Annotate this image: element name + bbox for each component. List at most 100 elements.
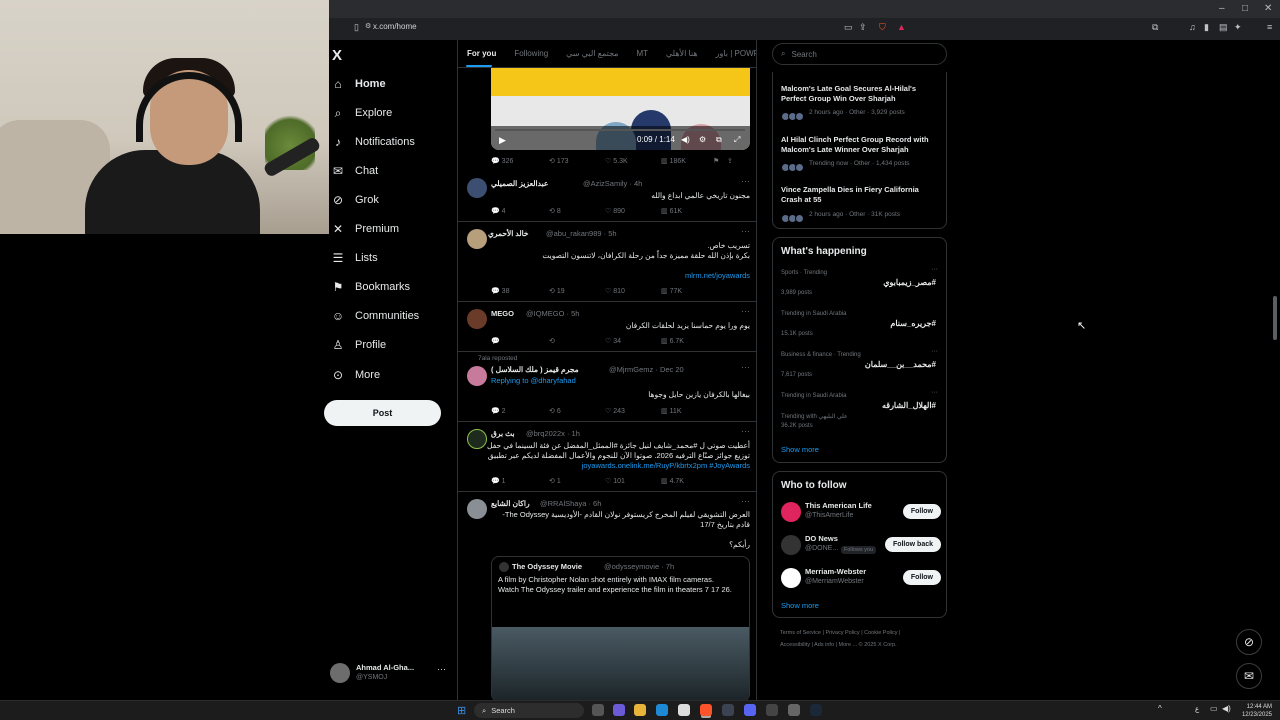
- maximize-icon[interactable]: □: [1242, 3, 1248, 14]
- view-count[interactable]: ▥ 4.7K: [661, 477, 701, 489]
- settings-icon[interactable]: ⚙: [699, 135, 706, 144]
- copilot-icon[interactable]: [613, 704, 625, 716]
- terminal-icon[interactable]: [722, 704, 734, 716]
- file-explorer-icon[interactable]: [634, 704, 646, 716]
- nav-chat[interactable]: ✉ Chat: [331, 160, 378, 182]
- like-count[interactable]: ♡ 34: [605, 337, 645, 349]
- like-count[interactable]: ♡ 810: [605, 287, 645, 299]
- tab-following[interactable]: Following: [505, 49, 557, 58]
- tweet-link[interactable]: mlrm.net/joyawards: [685, 271, 750, 280]
- store-icon[interactable]: [678, 704, 690, 716]
- repost-count[interactable]: ⟲: [549, 337, 589, 349]
- nav-home[interactable]: ⌂ Home: [331, 73, 385, 95]
- repost-count[interactable]: ⟲ 1: [549, 477, 589, 489]
- leo-icon[interactable]: ✦: [1234, 22, 1242, 33]
- quote-author[interactable]: The Odyssey Movie: [512, 562, 582, 571]
- clock[interactable]: 12:44 AM 12/23/2025: [1242, 703, 1272, 719]
- view-count[interactable]: ▥ 186K: [661, 157, 701, 169]
- repost-count[interactable]: ⟲ 173: [549, 157, 589, 169]
- task-view-icon[interactable]: [592, 704, 604, 716]
- play-icon[interactable]: ▶: [499, 135, 506, 146]
- more-dots-icon[interactable]: ···: [741, 226, 750, 236]
- tweet-link[interactable]: joyawards.onelink.me/RuyP/kbrtx2pm #JoyA…: [582, 461, 750, 470]
- nav-explore[interactable]: ⌕ Explore: [331, 102, 393, 124]
- show-more-link[interactable]: Show more: [781, 601, 819, 610]
- news-headline[interactable]: Vince Zampella Dies in Fiery California …: [781, 185, 941, 205]
- view-count[interactable]: ▥ 77K: [661, 287, 701, 299]
- tweet-author[interactable]: عبدالعزيز الصميلي: [491, 179, 548, 188]
- brave-icon[interactable]: [700, 704, 712, 716]
- tweet-author[interactable]: راكان الشايع: [491, 499, 530, 508]
- tweet-handle[interactable]: @AzizSamily · 4h: [583, 179, 642, 188]
- news-headline[interactable]: Al Hilal Clinch Perfect Group Record wit…: [781, 135, 941, 155]
- tweet-handle[interactable]: @abu_rakan989 · 5h: [546, 229, 617, 238]
- reply-count[interactable]: 💬 38: [491, 287, 531, 299]
- more-dots-icon[interactable]: ···: [741, 496, 750, 506]
- follow-suggestion[interactable]: This American Life @ThisAmerLife Follow: [781, 500, 941, 524]
- taskbar-search[interactable]: ⌕ Search: [474, 703, 584, 718]
- share-icon[interactable]: ⇪: [727, 157, 737, 169]
- tray-chevron-icon[interactable]: ^: [1158, 704, 1162, 713]
- menu-icon[interactable]: ≡: [1267, 22, 1272, 32]
- more-dots-icon[interactable]: ···: [741, 426, 750, 436]
- minimize-icon[interactable]: –: [1219, 3, 1225, 14]
- video-progress-bar[interactable]: [495, 129, 745, 131]
- steam-icon[interactable]: [810, 704, 822, 716]
- follow-button[interactable]: Follow: [902, 504, 941, 519]
- reply-count[interactable]: 💬 2: [491, 407, 531, 419]
- tab-for-you[interactable]: For you: [458, 49, 505, 58]
- news-headline[interactable]: Malcom's Late Goal Secures Al-Hilal's Pe…: [781, 84, 941, 104]
- sidebar-icon[interactable]: ▮: [1204, 22, 1209, 33]
- tab-ahli[interactable]: هنا الأهلي: [657, 49, 707, 58]
- footer-links[interactable]: Accessibility | Ads info | More ... © 20…: [780, 642, 897, 648]
- more-dots-icon[interactable]: ···: [741, 306, 750, 316]
- view-count[interactable]: ▥ 61K: [661, 207, 701, 219]
- tab-pc-community[interactable]: مجتمع البي سي: [557, 49, 627, 58]
- tweet-handle[interactable]: @brq2022x · 1h: [526, 429, 580, 438]
- nav-bookmarks[interactable]: ⚑ Bookmarks: [331, 276, 410, 298]
- more-dots-icon[interactable]: ···: [741, 176, 750, 186]
- quote-media[interactable]: [492, 627, 749, 700]
- bookmark-page-icon[interactable]: ▯: [354, 22, 359, 33]
- volume-icon[interactable]: ◀): [1222, 704, 1231, 713]
- discord-icon[interactable]: [744, 704, 756, 716]
- tweet[interactable]: بث برق @brq2022x · 1h ··· أعطيت صوتي ل #…: [458, 422, 756, 492]
- wallet-icon[interactable]: ▤: [1219, 22, 1228, 33]
- like-count[interactable]: ♡ 890: [605, 207, 645, 219]
- app-icon[interactable]: [766, 704, 778, 716]
- like-count[interactable]: ♡ 243: [605, 407, 645, 419]
- post-button[interactable]: Post: [324, 400, 441, 426]
- tab-mt[interactable]: MT: [627, 49, 657, 58]
- x-logo[interactable]: X: [332, 47, 342, 64]
- reply-count[interactable]: 💬 4: [491, 207, 531, 219]
- nav-communities[interactable]: ☺ Communities: [331, 305, 419, 327]
- volume-icon[interactable]: ◀): [681, 135, 690, 144]
- quote-handle[interactable]: @odysseymovie · 7h: [604, 562, 674, 571]
- nav-grok[interactable]: ⊘ Grok: [331, 189, 379, 211]
- quote-tweet[interactable]: The Odyssey Movie @odysseymovie · 7h A f…: [491, 556, 750, 700]
- reply-count[interactable]: 💬 1: [491, 477, 531, 489]
- follow-suggestion[interactable]: DO News @DONE... Follows you Follow back: [781, 533, 941, 557]
- repost-count[interactable]: ⟲ 8: [549, 207, 589, 219]
- music-icon[interactable]: ♫: [1189, 22, 1196, 32]
- replying-to[interactable]: Replying to @dharyfahad: [491, 376, 576, 385]
- more-dots-icon[interactable]: ···: [931, 389, 938, 396]
- tweet-handle[interactable]: @MjrmGemz · Dec 20: [609, 365, 684, 374]
- follow-name[interactable]: Merriam-Webster: [805, 567, 866, 576]
- follow-suggestion[interactable]: Merriam-Webster @MerriamWebster Follow: [781, 566, 941, 590]
- account-switcher[interactable]: Ahmad Al-Gha... @YSMOJ ···: [329, 660, 454, 690]
- video-player[interactable]: ▶ 0:09 / 1:14 ◀) ⚙ ⧉ ⤢: [491, 68, 750, 150]
- trend-tag[interactable]: #مصر_زيمبابوي: [883, 278, 936, 287]
- view-count[interactable]: ▥ 6.7K: [661, 337, 701, 349]
- grok-float-button[interactable]: ⊘: [1236, 629, 1262, 655]
- windows-start-icon[interactable]: ⊞: [457, 704, 466, 717]
- messages-float-button[interactable]: ✉: [1236, 663, 1262, 689]
- tweet[interactable]: خالد الأحمري @abu_rakan989 · 5h ··· تسري…: [458, 222, 756, 302]
- tweet-handle[interactable]: @RRAlShaya · 6h: [540, 499, 601, 508]
- follow-back-button[interactable]: Follow back: [884, 537, 941, 552]
- close-icon[interactable]: ✕: [1264, 3, 1272, 14]
- follow-name[interactable]: This American Life: [805, 501, 872, 510]
- bookmark-icon[interactable]: ⚑: [713, 157, 727, 169]
- trend-tag[interactable]: #محمد__بن__سلمان: [865, 360, 936, 369]
- follow-button[interactable]: Follow: [902, 570, 941, 585]
